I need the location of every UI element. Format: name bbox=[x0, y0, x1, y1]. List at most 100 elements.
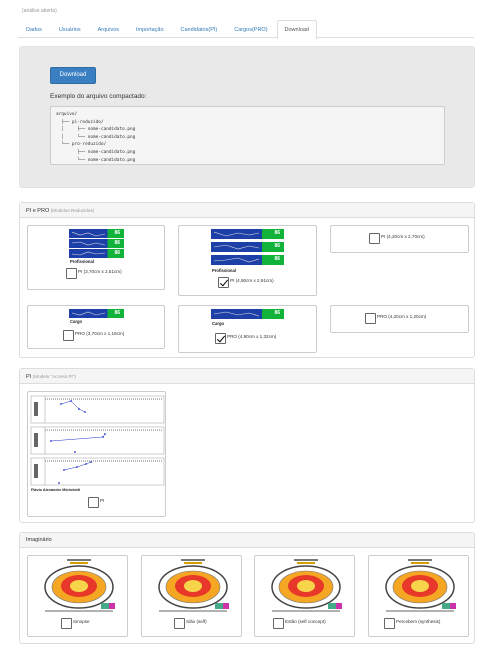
pi-small-option[interactable]: PI (3,70cm x 2,51cm) bbox=[66, 268, 122, 279]
pro-small-option[interactable]: PRO (3,70cm x 1,19cm) bbox=[63, 330, 124, 341]
imaginario-panel-title: Imaginário bbox=[20, 533, 474, 548]
imaginario-chart-thumbnail bbox=[44, 559, 115, 612]
pro-medium-checkbox[interactable] bbox=[365, 313, 376, 324]
tree-line: │ ├── nome-candidato.png bbox=[56, 127, 136, 133]
option-label: PRO (4,20cm x 1,20cm) bbox=[377, 314, 427, 319]
pro-small-checkbox[interactable] bbox=[63, 330, 74, 341]
estao-checkbox[interactable] bbox=[273, 618, 284, 629]
pro-large-card[interactable]: 86 Cargo PRO (4,90cm x 1,32cm) bbox=[178, 305, 317, 353]
option-label: PRO (3,70cm x 1,19cm) bbox=[75, 331, 125, 336]
imaginario-card-sinopse[interactable]: Sinopse bbox=[27, 555, 128, 637]
pro-small-card[interactable]: 86 Cargo PRO (3,70cm x 1,19cm) bbox=[27, 305, 165, 349]
access-pi-chart-thumbnail bbox=[30, 395, 165, 486]
option-label: PI bbox=[100, 498, 105, 503]
tree-line: │ └── nome-candidato.png bbox=[56, 134, 136, 140]
tab-download[interactable]: Download bbox=[276, 20, 317, 39]
score-value: 86 bbox=[274, 243, 280, 249]
pi-access-card[interactable]: Flávio Alexandre Michelotti PI bbox=[27, 391, 166, 517]
imaginario-card-percebem[interactable]: Percebem (synthesis) bbox=[368, 555, 469, 637]
thumb-caption: Profissional bbox=[70, 259, 94, 264]
pi-access-checkbox[interactable] bbox=[88, 497, 99, 508]
score-value: 86 bbox=[114, 250, 120, 256]
score-value: 86 bbox=[274, 256, 280, 262]
chart-caption: Flávio Alexandre Michelotti bbox=[31, 488, 81, 492]
score-value: 86 bbox=[114, 240, 120, 246]
pi-access-option[interactable]: PI bbox=[88, 497, 104, 508]
imaginario-card-siao[interactable]: Sião (self) bbox=[141, 555, 242, 637]
imaginario-option-siao[interactable]: Sião (self) bbox=[174, 618, 207, 629]
imaginario-option-sinopse[interactable]: Sinopse bbox=[61, 618, 90, 629]
pi-access-panel-title: PI (Modelo "Access PI") bbox=[20, 369, 474, 384]
tab-dados[interactable]: Dados bbox=[18, 20, 50, 38]
tree-line: └── nome-candidato.png bbox=[56, 157, 136, 163]
pi-small-card[interactable]: 86 86 86 Profissional PI (3,70cm x 2,51c… bbox=[27, 225, 165, 290]
sinopse-checkbox[interactable] bbox=[61, 618, 72, 629]
score-strip: 86 bbox=[69, 239, 124, 248]
pi-large-option[interactable]: PI (4,90cm x 2,91cm) bbox=[218, 277, 274, 288]
tab-cargos-pro[interactable]: Cargos(PRO) bbox=[226, 20, 275, 38]
score-line-icon bbox=[72, 311, 106, 316]
option-label: Estão (self concept) bbox=[285, 619, 326, 624]
tab-importacao[interactable]: Importação bbox=[128, 20, 172, 38]
tab-arquivos[interactable]: Arquivos bbox=[90, 20, 127, 38]
score-value: 86 bbox=[274, 230, 280, 236]
panel-title: Imaginário bbox=[26, 537, 52, 543]
pi-large-card[interactable]: 86 86 86 Profissional PI (4,90cm x 2,91c… bbox=[178, 225, 317, 296]
thumb-caption: Cargo bbox=[70, 319, 83, 324]
imaginario-chart-thumbnail bbox=[385, 559, 456, 612]
imaginario-panel: Imaginário Sinopse Sião (self) Estão (se… bbox=[19, 532, 475, 644]
pi-medium-card[interactable]: PI (4,20cm x 2,70cm) bbox=[330, 225, 469, 253]
pro-large-checkbox[interactable] bbox=[215, 333, 226, 344]
percebem-checkbox[interactable] bbox=[384, 618, 395, 629]
pro-medium-option[interactable]: PRO (4,20cm x 1,20cm) bbox=[365, 313, 426, 324]
thumb-caption: Profissional bbox=[212, 268, 236, 273]
option-label: PI (4,20cm x 2,70cm) bbox=[381, 234, 425, 239]
pi-pro-panel: PI e PRO (Modelos Reduzidos) 86 86 86 Pr… bbox=[19, 202, 475, 358]
score-value: 86 bbox=[114, 310, 120, 316]
score-strip: 86 bbox=[69, 229, 124, 238]
imaginario-card-estao[interactable]: Estão (self concept) bbox=[254, 555, 355, 637]
panel-subtitle: (Modelo "Access PI") bbox=[32, 374, 76, 379]
option-label: Sião (self) bbox=[186, 619, 207, 624]
panel-title: PI e PRO bbox=[26, 208, 50, 214]
score-line-icon bbox=[72, 231, 106, 237]
imaginario-chart-thumbnail bbox=[158, 559, 229, 612]
score-line-icon bbox=[214, 244, 260, 250]
tree-line: ├── pi-reduzido/ bbox=[56, 119, 104, 125]
pro-large-option[interactable]: PRO (4,90cm x 1,32cm) bbox=[215, 333, 276, 344]
pi-pro-panel-title: PI e PRO (Modelos Reduzidos) bbox=[20, 203, 474, 218]
score-line-icon bbox=[214, 231, 260, 237]
score-strip: 86 bbox=[211, 255, 284, 265]
tree-line: arquivo/ bbox=[56, 112, 78, 117]
tab-usuarios[interactable]: Usuários bbox=[51, 20, 89, 38]
imaginario-option-percebem[interactable]: Percebem (synthesis) bbox=[384, 618, 440, 629]
pro-medium-card[interactable]: PRO (4,20cm x 1,20cm) bbox=[330, 305, 469, 333]
tab-candidatos-pi[interactable]: Candidatos(PI) bbox=[173, 20, 226, 38]
imaginario-chart-thumbnail bbox=[271, 559, 342, 612]
pi-medium-option[interactable]: PI (4,20cm x 2,70cm) bbox=[369, 233, 425, 244]
score-value: 86 bbox=[274, 310, 280, 316]
siao-checkbox[interactable] bbox=[174, 618, 185, 629]
score-strip: 86 bbox=[69, 249, 124, 258]
pi-large-checkbox[interactable] bbox=[218, 277, 229, 288]
pi-small-checkbox[interactable] bbox=[66, 268, 77, 279]
thumb-caption: Cargo bbox=[212, 321, 225, 326]
option-label: PI (4,90cm x 2,91cm) bbox=[230, 278, 274, 283]
option-label: Percebem (synthesis) bbox=[396, 619, 441, 624]
panel-title: PI bbox=[26, 374, 32, 380]
score-value: 86 bbox=[114, 230, 120, 236]
archive-tree-example: arquivo/ ├── pi-reduzido/ │ ├── nome-can… bbox=[50, 106, 445, 165]
score-line-icon bbox=[72, 251, 106, 256]
option-label: PI (3,70cm x 2,51cm) bbox=[78, 269, 122, 274]
pi-medium-checkbox[interactable] bbox=[369, 233, 380, 244]
score-strip: 86 bbox=[211, 242, 284, 252]
main-tabs: Dados Usuários Arquivos Importação Candi… bbox=[18, 20, 474, 39]
download-button[interactable]: Download bbox=[50, 67, 96, 84]
score-strip: 86 bbox=[211, 229, 284, 239]
pi-access-panel: PI (Modelo "Access PI") Flávio Alexandre… bbox=[19, 368, 475, 523]
score-line-icon bbox=[214, 257, 260, 263]
imaginario-option-estao[interactable]: Estão (self concept) bbox=[273, 618, 326, 629]
score-line-icon bbox=[214, 311, 260, 317]
panel-subtitle: (Modelos Reduzidos) bbox=[50, 208, 95, 213]
score-line-icon bbox=[72, 241, 106, 246]
